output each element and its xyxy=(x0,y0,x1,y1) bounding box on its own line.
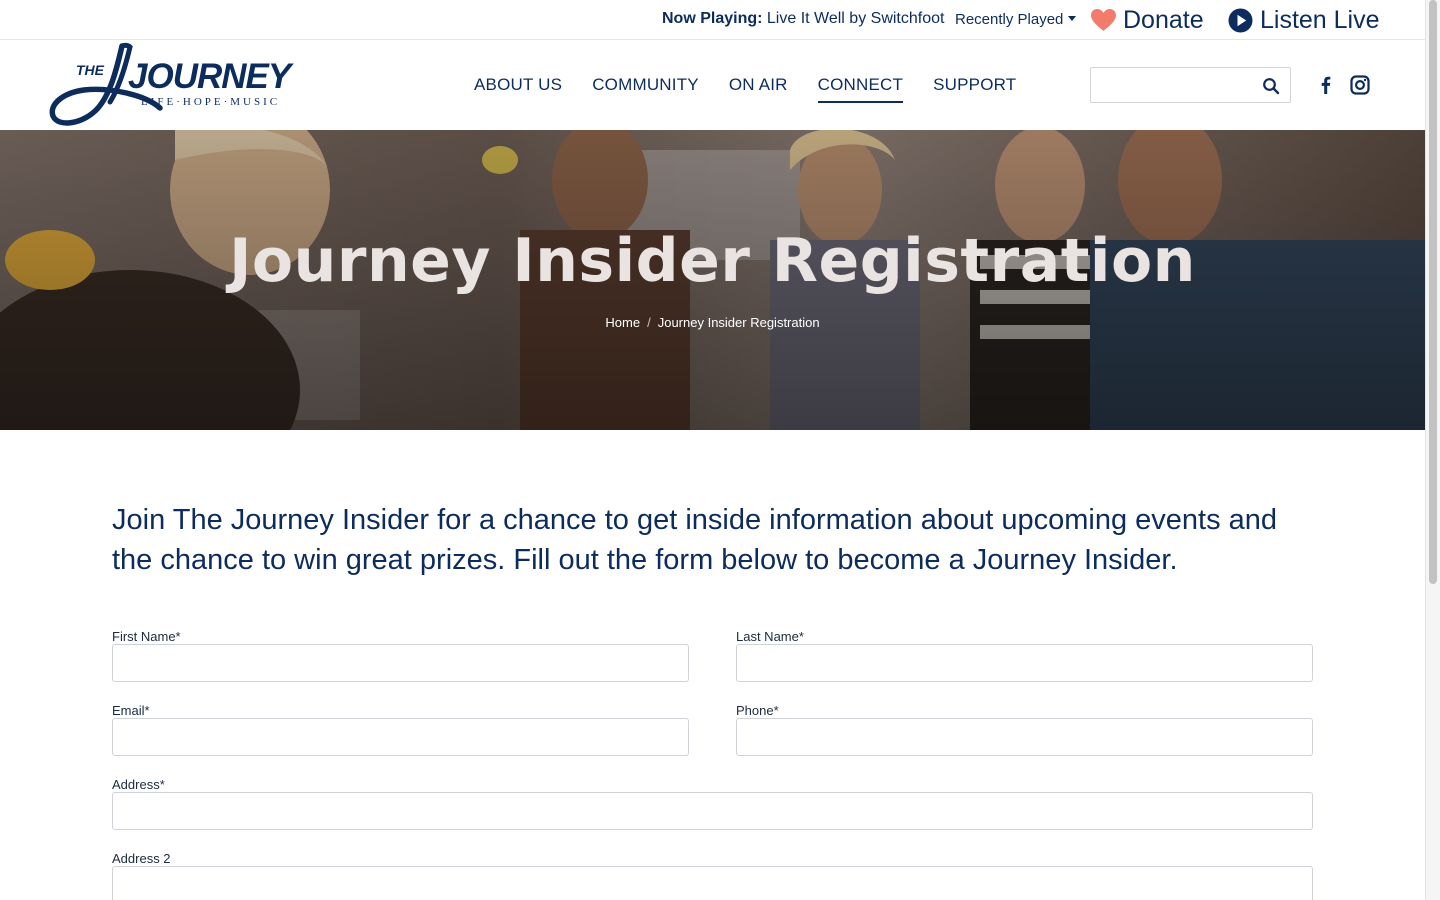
breadcrumb-home-link[interactable]: Home xyxy=(605,315,640,330)
recently-played-label: Recently Played xyxy=(955,11,1064,28)
utility-bar: Now Playing: Live It Well by Switchfoot … xyxy=(0,0,1425,40)
phone-field xyxy=(736,718,1313,756)
nav-item-community[interactable]: COMMUNITY xyxy=(592,75,699,103)
nav-item-on-air[interactable]: ON AIR xyxy=(729,75,788,103)
email-label: Email* xyxy=(112,703,150,718)
listen-live-label: Listen Live xyxy=(1260,5,1380,34)
phone-label: Phone* xyxy=(736,703,779,718)
nav-item-support[interactable]: SUPPORT xyxy=(933,75,1016,103)
address-label: Address* xyxy=(112,777,165,792)
search-icon[interactable] xyxy=(1262,77,1280,95)
logo-name: JOURNEY xyxy=(128,57,294,96)
heart-icon xyxy=(1091,9,1116,31)
play-circle-icon xyxy=(1228,8,1253,32)
email-input[interactable] xyxy=(113,719,688,755)
instagram-icon[interactable] xyxy=(1350,75,1370,95)
last-name-input[interactable] xyxy=(737,645,1312,681)
intro-paragraph: Join The Journey Insider for a chance to… xyxy=(112,504,1278,576)
scrollbar-thumb[interactable] xyxy=(1429,0,1437,584)
chevron-down-icon xyxy=(1068,16,1077,21)
page-title: Journey Insider Registration xyxy=(229,226,1196,296)
breadcrumb: Home / Journey Insider Registration xyxy=(0,315,1425,330)
hero-banner: Journey Insider Registration Home / Journe… xyxy=(0,130,1425,430)
last-name-label: Last Name* xyxy=(736,629,804,644)
address2-label: Address 2 xyxy=(112,851,171,866)
logo-the: THE xyxy=(76,62,105,78)
logo-tagline: LIFE·HOPE·MUSIC xyxy=(141,96,280,108)
now-playing-label: Now Playing: xyxy=(662,10,763,27)
phone-input[interactable] xyxy=(737,719,1312,755)
site-header: THE JOURNEY LIFE·HOPE·MUSIC ABOUT US COM… xyxy=(0,40,1425,130)
page-scrollbar[interactable] xyxy=(1425,0,1440,900)
breadcrumb-separator: / xyxy=(647,315,651,330)
donate-label: Donate xyxy=(1123,5,1204,34)
nav-item-about-us[interactable]: ABOUT US xyxy=(474,75,562,103)
now-playing: Now Playing: Live It Well by Switchfoot xyxy=(662,10,944,28)
listen-live-link[interactable]: Listen Live xyxy=(1228,4,1380,36)
main-nav: ABOUT US COMMUNITY ON AIR CONNECT SUPPOR… xyxy=(474,75,1046,103)
search-input[interactable] xyxy=(1091,68,1251,102)
address2-input[interactable] xyxy=(113,867,1312,900)
address2-field xyxy=(112,866,1313,900)
recently-played-dropdown[interactable]: Recently Played xyxy=(955,11,1077,28)
nav-item-connect[interactable]: CONNECT xyxy=(817,75,904,103)
donate-link[interactable]: Donate xyxy=(1090,4,1204,36)
first-name-field xyxy=(112,644,689,682)
address-input[interactable] xyxy=(113,793,1312,829)
search-box xyxy=(1090,67,1291,103)
first-name-label: First Name* xyxy=(112,629,181,644)
facebook-icon[interactable] xyxy=(1316,75,1336,95)
address-field xyxy=(112,792,1313,830)
breadcrumb-current: Journey Insider Registration xyxy=(657,315,820,330)
now-playing-track[interactable]: Live It Well by Switchfoot xyxy=(767,10,945,27)
the-journey-logo[interactable]: THE JOURNEY LIFE·HOPE·MUSIC xyxy=(48,42,316,128)
last-name-field xyxy=(736,644,1313,682)
email-field xyxy=(112,718,689,756)
first-name-input[interactable] xyxy=(113,645,688,681)
